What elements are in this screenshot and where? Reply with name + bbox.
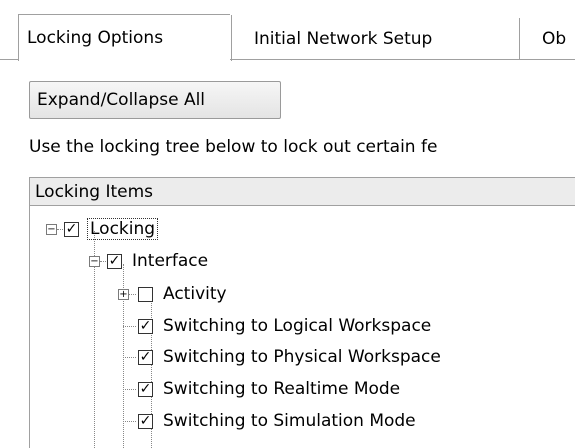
tree-connector-line xyxy=(129,294,136,295)
expand-collapse-all-button[interactable]: Expand/Collapse All xyxy=(29,81,281,119)
collapse-icon[interactable]: − xyxy=(89,256,100,267)
tree-item-label: Switching to Realtime Mode xyxy=(163,379,401,399)
checkbox-switch-physical[interactable]: ✓ xyxy=(138,350,153,365)
tab-strip: Locking Options Initial Network Setup Ob xyxy=(0,0,575,61)
tree-item-label: Switching to Physical Workspace xyxy=(163,347,441,367)
button-label: Expand/Collapse All xyxy=(37,90,206,110)
checkbox-switch-logical[interactable]: ✓ xyxy=(138,319,153,334)
tab-initial-network-setup[interactable]: Initial Network Setup xyxy=(230,18,520,59)
tree-connector-line xyxy=(123,421,136,422)
tab-label: Locking Options xyxy=(27,28,164,48)
tab-label: Initial Network Setup xyxy=(254,28,433,49)
tree-item-label: Switching to Simulation Mode xyxy=(163,411,416,431)
tree-connector-line xyxy=(123,357,136,358)
tab-locking-options[interactable]: Locking Options xyxy=(18,14,232,61)
tree-item-switch-simulation[interactable]: ✓ Switching to Simulation Mode xyxy=(30,406,575,438)
tree-connector-line xyxy=(100,261,106,262)
tree-item-label: Interface xyxy=(132,251,209,271)
tree-item-switch-realtime[interactable]: ✓ Switching to Realtime Mode xyxy=(30,374,575,406)
tree-connector-line xyxy=(57,229,63,230)
tab-other[interactable]: Ob xyxy=(530,18,566,60)
expand-icon[interactable]: + xyxy=(118,289,129,300)
tree-item-label: Locking xyxy=(86,218,159,240)
instructions-text: Use the locking tree below to lock out c… xyxy=(29,137,438,157)
checkbox-activity[interactable] xyxy=(138,287,153,302)
tree-item-label: Switching to Logical Workspace xyxy=(163,316,432,336)
tree-connector-line xyxy=(123,326,136,327)
tree-item-locking[interactable]: − ✓ Locking xyxy=(30,214,575,246)
tree-item-switch-physical[interactable]: ✓ Switching to Physical Workspace xyxy=(30,342,575,374)
column-header-label: Locking Items xyxy=(35,181,154,202)
tab-label: Ob xyxy=(542,29,567,49)
tree-item-label: Activity xyxy=(163,284,227,304)
tree-column-header[interactable]: Locking Items xyxy=(30,178,575,206)
tree-connector-line xyxy=(123,389,136,390)
checkbox-switch-simulation[interactable]: ✓ xyxy=(138,414,153,429)
checkbox-switch-realtime[interactable]: ✓ xyxy=(138,382,153,397)
checkbox-interface[interactable]: ✓ xyxy=(107,254,122,269)
collapse-icon[interactable]: − xyxy=(46,224,57,235)
locking-tree[interactable]: Locking Items − ✓ Locking − ✓ Interface … xyxy=(29,177,575,448)
tree-item-interface[interactable]: − ✓ Interface xyxy=(30,246,575,278)
checkbox-locking[interactable]: ✓ xyxy=(64,222,79,237)
tree-item-activity[interactable]: + Activity xyxy=(30,279,575,311)
tree-item-switch-logical[interactable]: ✓ Switching to Logical Workspace xyxy=(30,311,575,343)
